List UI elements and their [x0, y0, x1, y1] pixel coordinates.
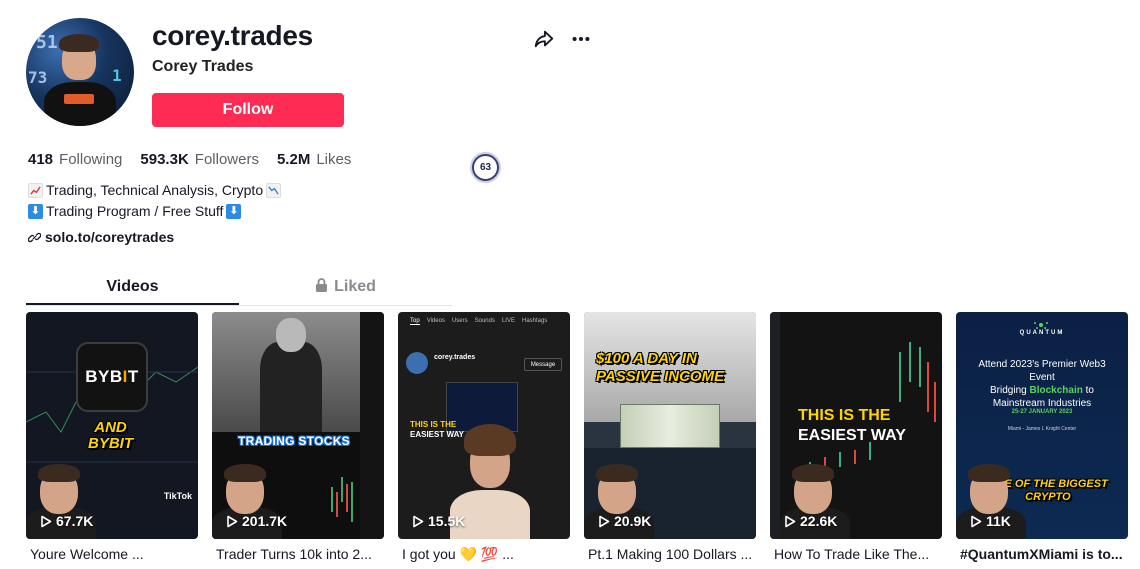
video-thumbnail[interactable]: BYB I T AND BYBIT TikTok 67.7K [26, 312, 198, 539]
chart-down-icon [266, 183, 282, 198]
search-tabs: Top Videos Users Sounds LIVE Hashtags [410, 317, 548, 325]
video-thumbnail[interactable]: $100 A DAY IN PASSIVE INCOME 20.9K [584, 312, 756, 539]
avatar-decor: 51 [36, 32, 58, 53]
following-stat[interactable]: 418 Following [28, 151, 122, 168]
likes-label: Likes [316, 151, 352, 168]
play-icon [413, 515, 424, 527]
avatar-decor [44, 82, 116, 126]
play-icon [41, 515, 52, 527]
view-count: 201.7K [226, 513, 287, 529]
following-count: 418 [28, 151, 54, 168]
mini-avatar [406, 352, 428, 374]
chart-up-icon [28, 183, 43, 198]
video-caption[interactable]: Youre Welcome ... [26, 546, 198, 562]
profile-link-text: solo.to/coreytrades [45, 229, 175, 245]
video-card[interactable]: QUANTUM Attend 2023's Premier Web3 Event… [956, 312, 1128, 563]
event-text: Attend 2023's Premier Web3 Event Bridgin… [978, 359, 1106, 409]
followers-count: 593.3K [140, 151, 189, 168]
play-icon [599, 515, 610, 527]
likes-count: 5.2M [276, 151, 311, 168]
thumbnail-overlay-text: AND BYBIT [88, 419, 133, 452]
bio-line-1: Trading, Technical Analysis, Crypto [46, 182, 264, 198]
tab-videos[interactable]: Videos [26, 272, 239, 305]
play-icon [227, 515, 238, 527]
view-count: 67.7K [40, 513, 93, 529]
video-caption[interactable]: I got you 💛 💯 ... [398, 546, 570, 563]
dollar-bill-image [620, 404, 720, 448]
video-thumbnail[interactable]: QUANTUM Attend 2023's Premier Web3 Event… [956, 312, 1128, 539]
video-caption[interactable]: #QuantumXMiami is to... [956, 546, 1128, 562]
bio: Trading, Technical Analysis, Crypto ⬇ Tr… [28, 180, 282, 222]
link-icon [28, 232, 41, 242]
share-icon[interactable] [533, 28, 555, 50]
video-caption[interactable]: Trader Turns 10k into 2... [212, 546, 384, 562]
bio-line-2: Trading Program / Free Stuff [46, 203, 224, 219]
follow-button[interactable]: Follow [152, 93, 344, 127]
tab-liked[interactable]: Liked [239, 272, 452, 305]
avatar-decor: 73 [28, 68, 48, 87]
bio-line: ⬇ Trading Program / Free Stuff ⬇ [28, 201, 281, 222]
video-card[interactable]: Top Videos Users Sounds LIVE Hashtags co… [398, 312, 570, 563]
avatar-decor [64, 94, 94, 104]
mini-handle: corey.trades [434, 354, 476, 361]
profile-stats: 418 Following 593.3K Followers 5.2M Like… [28, 151, 351, 168]
view-count: 20.9K [598, 513, 651, 529]
video-thumbnail[interactable]: TRADING STOCKS 201.7K [212, 312, 384, 539]
video-caption[interactable]: How To Trade Like The... [770, 546, 942, 562]
more-options-icon[interactable] [570, 28, 592, 50]
profile-tabs: Videos Liked [26, 272, 452, 306]
brand-name: QUANTUM [1019, 330, 1065, 336]
following-label: Following [59, 151, 123, 168]
thumbnail-overlay-text: $100 A DAY IN PASSIVE INCOME [596, 350, 725, 385]
view-count: 15.5K [412, 513, 465, 529]
followers-stat[interactable]: 593.3K Followers [140, 151, 259, 168]
down-arrow-icon: ⬇ [226, 204, 242, 219]
thumbnail-overlay-text: TRADING STOCKS [238, 434, 350, 448]
video-thumbnail[interactable]: Top Videos Users Sounds LIVE Hashtags co… [398, 312, 570, 539]
followers-label: Followers [194, 151, 259, 168]
video-caption[interactable]: Pt.1 Making 100 Dollars ... [584, 546, 756, 562]
video-card[interactable]: TRADING STOCKS 201.7K Trader Turns 10k i… [212, 312, 384, 563]
view-count: 22.6K [784, 513, 837, 529]
likes-stat: 5.2M Likes [277, 151, 351, 168]
nickname: Corey Trades [152, 58, 254, 75]
video-grid: BYB I T AND BYBIT TikTok 67.7K Youre Welcom… [26, 312, 1128, 563]
lock-icon [316, 278, 328, 292]
mini-message-button: Message [524, 358, 562, 371]
username: corey.trades [152, 20, 313, 51]
tab-liked-label: Liked [334, 278, 376, 295]
avatar[interactable]: 51 73 1 [26, 18, 134, 126]
video-card[interactable]: $100 A DAY IN PASSIVE INCOME 20.9K Pt.1 M… [584, 312, 756, 563]
avatar-decor [59, 34, 99, 52]
play-icon [971, 515, 982, 527]
event-location: Miami - James L Knight Center [1007, 426, 1077, 432]
notification-badge[interactable]: 63 [472, 154, 499, 181]
avatar-decor: 1 [112, 66, 122, 85]
profile-link[interactable]: solo.to/coreytrades [28, 229, 174, 245]
view-count: 11K [970, 513, 1011, 529]
video-thumbnail[interactable]: THIS IS THE EASIEST WAY 22.6K [770, 312, 942, 539]
video-card[interactable]: THIS IS THE EASIEST WAY 22.6K How To Trad… [770, 312, 942, 563]
bybit-logo: BYB I T [76, 342, 148, 412]
down-arrow-icon: ⬇ [28, 204, 43, 219]
event-date: 25-27 JANUARY 2023 [1011, 409, 1073, 415]
tiktok-watermark: TikTok [163, 491, 192, 501]
play-icon [785, 515, 796, 527]
bio-line: Trading, Technical Analysis, Crypto [28, 180, 282, 201]
thumbnail-overlay-text: THIS IS THE EASIEST WAY [798, 407, 906, 444]
video-card[interactable]: BYB I T AND BYBIT TikTok 67.7K Youre Welcom… [26, 312, 198, 563]
